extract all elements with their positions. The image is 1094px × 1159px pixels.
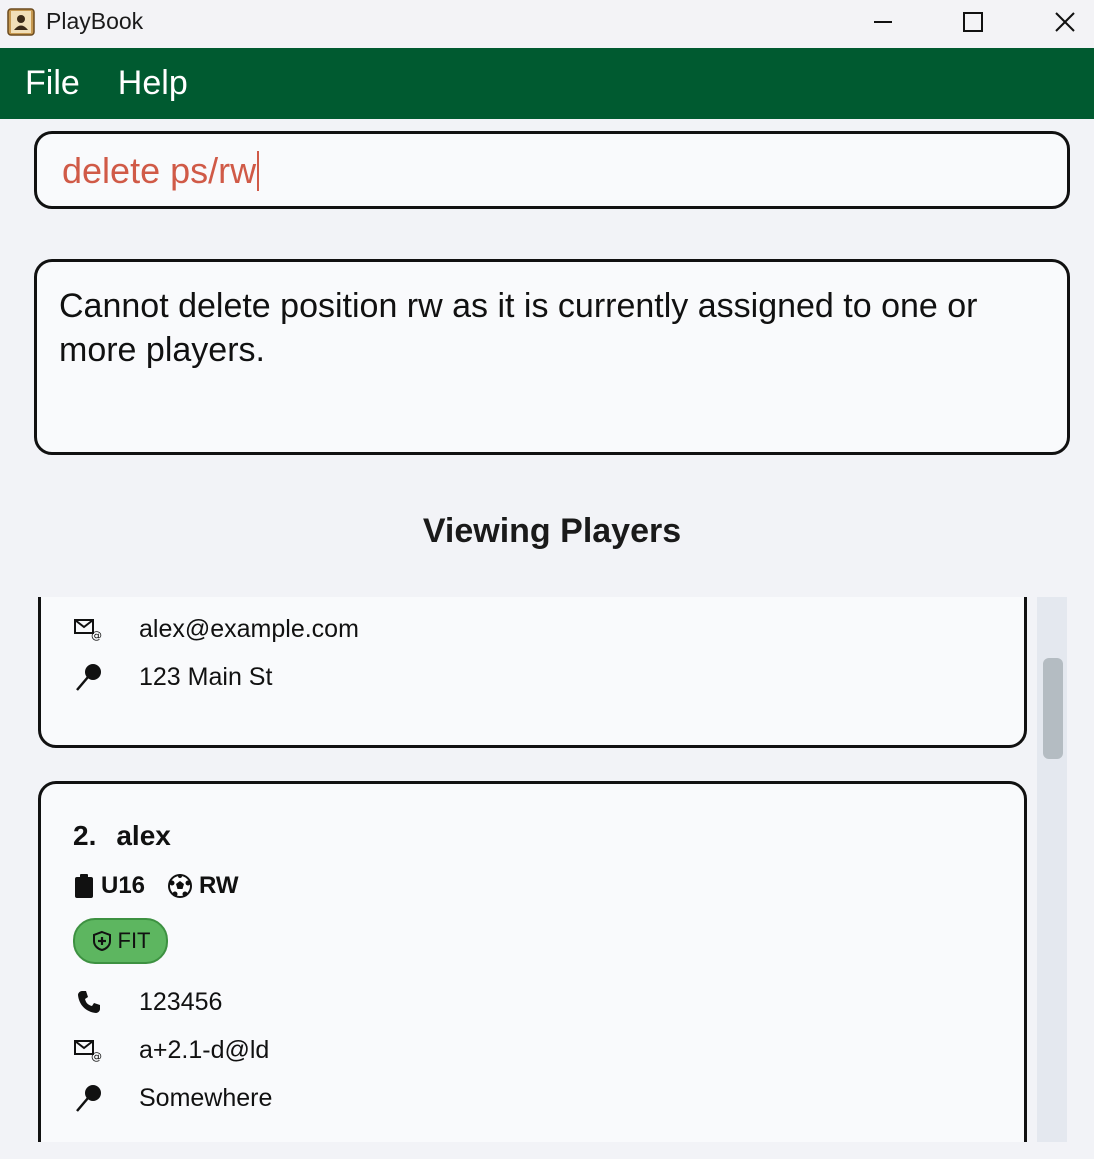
command-input[interactable]: delete ps/rw <box>34 131 1070 209</box>
scrollbar-thumb[interactable] <box>1043 658 1063 759</box>
player-card[interactable]: @ alex@example.com 123 Main St <box>38 597 1027 748</box>
app-window: PlayBook File Help delete ps/rw Cannot d… <box>0 0 1094 1159</box>
maximize-icon <box>963 12 983 32</box>
status-label: FIT <box>117 928 151 953</box>
app-icon <box>7 8 35 36</box>
window-title: PlayBook <box>46 8 144 34</box>
svg-text:@: @ <box>91 1050 102 1062</box>
close-button[interactable] <box>1020 0 1094 44</box>
close-icon <box>1055 12 1075 32</box>
team-tag: U16 <box>73 872 145 900</box>
player-address: Somewhere <box>139 1083 273 1112</box>
svg-text:@: @ <box>91 629 102 641</box>
player-phone: 123456 <box>139 987 223 1016</box>
location-pin-icon <box>73 661 105 693</box>
player-email: a+2.1-d@ld <box>139 1035 270 1064</box>
result-message: Cannot delete position rw as it is curre… <box>59 287 978 369</box>
command-input-text: delete ps/rw <box>62 150 260 192</box>
soccer-ball-icon <box>168 874 193 898</box>
player-address: 123 Main St <box>139 662 273 691</box>
phone-row: 123456 <box>73 986 222 1018</box>
player-index: 2. <box>73 820 97 851</box>
title-bar: PlayBook <box>0 0 1094 48</box>
location-pin-icon <box>73 1082 105 1114</box>
email-icon: @ <box>73 1034 105 1066</box>
position-tag: RW <box>167 872 239 900</box>
player-name: 2. alex <box>73 820 171 852</box>
menu-file[interactable]: File <box>25 64 80 103</box>
shield-plus-icon <box>92 930 111 952</box>
result-display: Cannot delete position rw as it is curre… <box>34 259 1070 455</box>
team-label: U16 <box>101 872 146 899</box>
clipboard-icon <box>75 874 93 898</box>
player-name-text: alex <box>116 820 171 851</box>
menu-help[interactable]: Help <box>118 64 188 103</box>
minimize-icon <box>874 21 892 23</box>
player-card[interactable]: 2. alex U16 RW FIT 123456 @ a+2.1-d@ld S… <box>38 781 1027 1142</box>
phone-icon <box>73 986 105 1018</box>
list-heading: Viewing Players <box>422 512 682 550</box>
minimize-button[interactable] <box>838 0 928 44</box>
scrollbar[interactable] <box>1037 597 1067 1142</box>
player-email: alex@example.com <box>139 614 359 643</box>
email-icon: @ <box>73 613 105 645</box>
position-label: RW <box>199 872 239 899</box>
player-list: @ alex@example.com 123 Main St 2. alex U1… <box>0 597 1094 1142</box>
status-badge: FIT <box>73 918 168 964</box>
player-tags: U16 RW <box>73 872 261 900</box>
email-row: @ alex@example.com <box>73 613 359 645</box>
address-row: 123 Main St <box>73 661 272 693</box>
text-caret <box>257 151 260 191</box>
maximize-button[interactable] <box>928 0 1018 44</box>
email-row: @ a+2.1-d@ld <box>73 1034 269 1066</box>
menu-bar: File Help <box>0 48 1094 119</box>
address-row: Somewhere <box>73 1082 272 1114</box>
